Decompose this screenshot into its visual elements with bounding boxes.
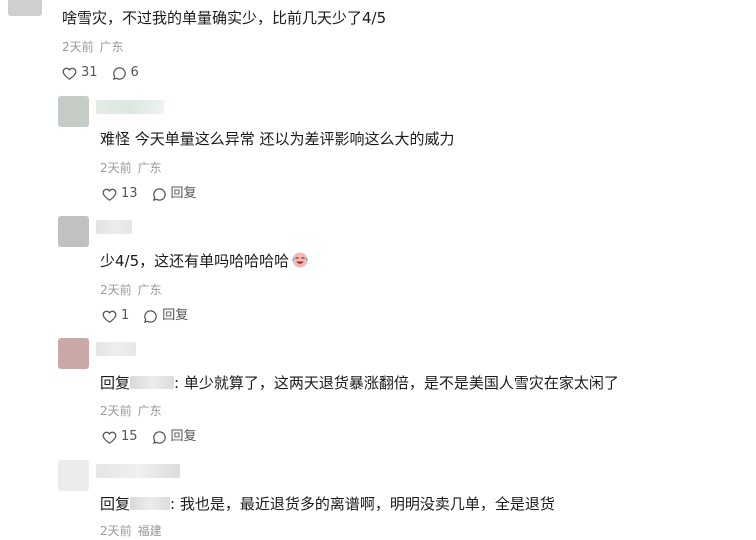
like-button[interactable]: 1 bbox=[102, 307, 129, 325]
reply-label: 回复 bbox=[170, 429, 197, 444]
comment-text-content: : 我也是，最近退货多的离谱啊，明明没卖几单，全是退货 bbox=[170, 495, 555, 513]
comment-text: 难怪 今天单量这么异常 还以为差评影响这么大的威力 bbox=[100, 130, 455, 148]
reply-prefix: 回复 bbox=[100, 374, 131, 392]
heart-outline-icon bbox=[102, 431, 117, 444]
comment-text: 啥雪灾，不过我的单量确实少，比前几天少了4/5 bbox=[62, 9, 387, 27]
like-count: 31 bbox=[81, 65, 98, 80]
comment-location: 广东 bbox=[137, 161, 162, 175]
comment-meta: 2天前 福建 bbox=[100, 523, 168, 539]
comment-text-content: 少4/5，这还有单吗哈哈哈哈 bbox=[100, 252, 290, 270]
like-button[interactable]: 13 bbox=[102, 185, 138, 203]
avatar[interactable] bbox=[58, 96, 89, 127]
comment-text: 回复 : 我也是，最近退货多的离谱啊，明明没卖几单，全是退货 bbox=[100, 494, 555, 514]
comment-location: 福建 bbox=[137, 524, 162, 538]
comment-actions: 15 回复 bbox=[102, 428, 211, 446]
mention-redacted[interactable] bbox=[130, 497, 171, 510]
like-button[interactable]: 15 bbox=[102, 428, 138, 446]
comment-text-content: : 单少就算了，这两天退货暴涨翻倍，是不是美国人雪灾在家太闲了 bbox=[174, 374, 619, 392]
like-count: 1 bbox=[121, 308, 130, 323]
username-redacted[interactable] bbox=[96, 100, 164, 114]
reply-prefix: 回复 bbox=[100, 495, 131, 513]
speech-bubble-icon bbox=[152, 430, 166, 444]
username-redacted[interactable] bbox=[96, 220, 132, 234]
like-count: 15 bbox=[121, 429, 138, 444]
comment-actions: 13 回复 bbox=[102, 185, 211, 203]
comment-text: 回复 : 单少就算了，这两天退货暴涨翻倍，是不是美国人雪灾在家太闲了 bbox=[100, 373, 619, 393]
avatar[interactable] bbox=[58, 460, 89, 491]
comment-time: 2天前 bbox=[100, 161, 132, 175]
reply-label: 回复 bbox=[162, 308, 189, 323]
heart-outline-icon bbox=[102, 310, 117, 323]
avatar[interactable] bbox=[58, 216, 89, 247]
avatar[interactable] bbox=[8, 0, 42, 16]
comment-location: 广东 bbox=[99, 40, 124, 54]
like-button[interactable]: 31 bbox=[62, 64, 98, 82]
heart-outline-icon bbox=[62, 67, 77, 80]
comment-actions: 31 6 bbox=[62, 64, 153, 82]
username-redacted[interactable] bbox=[96, 342, 136, 356]
username-redacted[interactable] bbox=[96, 464, 180, 478]
speech-bubble-icon bbox=[112, 66, 126, 80]
comment-time: 2天前 bbox=[100, 404, 132, 418]
speech-bubble-icon bbox=[152, 187, 166, 201]
avatar[interactable] bbox=[58, 338, 89, 369]
reply-button[interactable]: 回复 bbox=[143, 307, 188, 325]
comment-time: 2天前 bbox=[100, 283, 132, 297]
comment-time: 2天前 bbox=[62, 40, 94, 54]
comment-time: 2天前 bbox=[100, 524, 132, 538]
mention-redacted[interactable] bbox=[130, 376, 175, 389]
reply-label: 回复 bbox=[170, 186, 197, 201]
comment-meta: 2天前 广东 bbox=[100, 403, 168, 419]
comment-location: 广东 bbox=[137, 404, 162, 418]
comment-location: 广东 bbox=[137, 283, 162, 297]
reply-count: 6 bbox=[130, 65, 139, 80]
laughing-crying-emoji bbox=[291, 252, 309, 268]
like-count: 13 bbox=[121, 186, 138, 201]
heart-outline-icon bbox=[102, 188, 117, 201]
comment-meta: 2天前 广东 bbox=[100, 282, 168, 298]
comment-count-button[interactable]: 6 bbox=[112, 64, 139, 82]
comment-meta: 2天前 广东 bbox=[62, 39, 130, 55]
reply-button[interactable]: 回复 bbox=[152, 185, 197, 203]
comment-meta: 2天前 广东 bbox=[100, 160, 168, 176]
reply-button[interactable]: 回复 bbox=[152, 428, 197, 446]
speech-bubble-icon bbox=[144, 309, 158, 323]
comment-text: 少4/5，这还有单吗哈哈哈哈 bbox=[100, 251, 309, 271]
comment-actions: 1 回复 bbox=[102, 307, 202, 325]
